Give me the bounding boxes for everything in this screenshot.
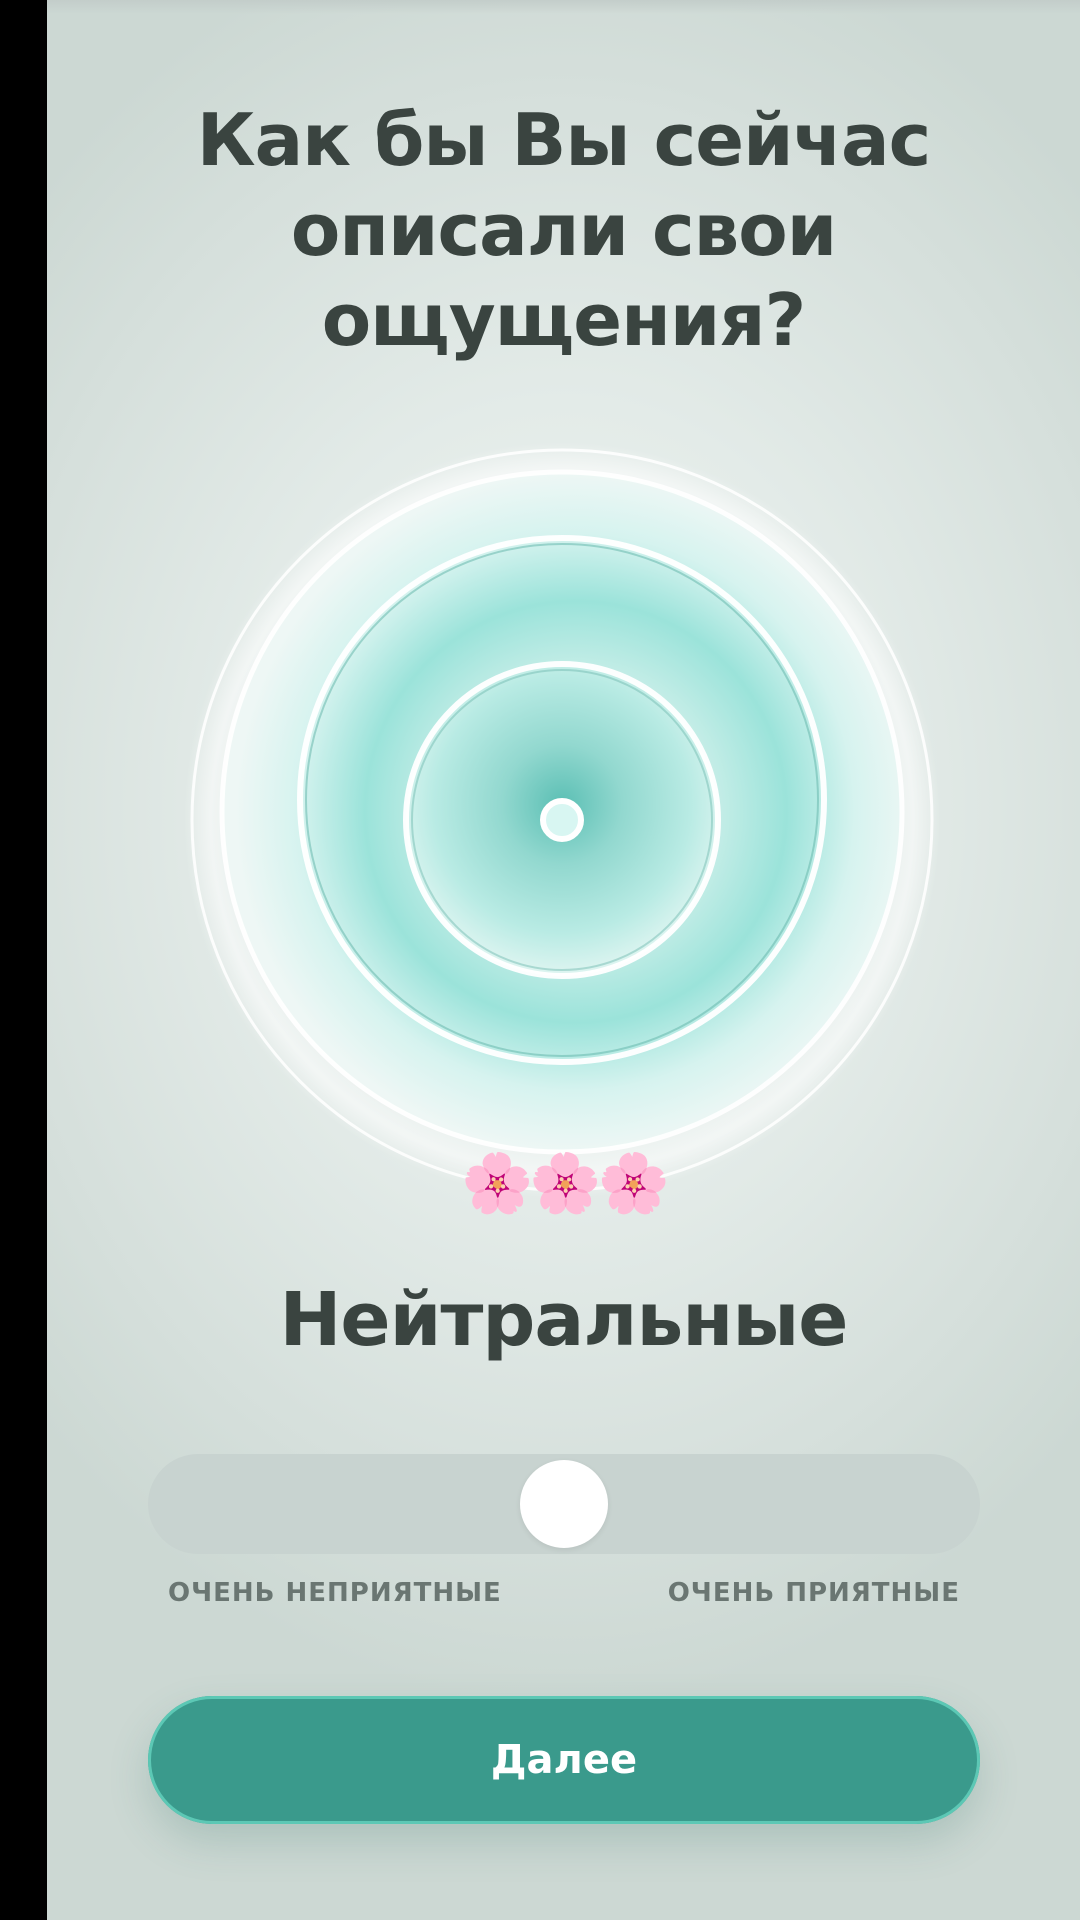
question-title: Как бы Вы сейчас описали свои ощущения? <box>196 98 932 362</box>
cherry-blossom-icon: 🌸🌸🌸 <box>461 1149 670 1217</box>
orb-center-dot <box>540 798 584 842</box>
feeling-label: Нейтральные <box>279 1277 849 1363</box>
top-shadow <box>47 0 1080 14</box>
device-frame: Как бы Вы сейчас описали свои ощущения? <box>0 0 1080 1920</box>
slider-min-label: ОЧЕНЬ НЕПРИЯТНЫЕ <box>168 1578 502 1608</box>
slider-max-label: ОЧЕНЬ ПРИЯТНЫЕ <box>667 1578 960 1608</box>
mood-slider[interactable] <box>148 1454 980 1554</box>
mood-slider-thumb[interactable] <box>520 1460 608 1548</box>
mood-screen: Как бы Вы сейчас описали свои ощущения? <box>47 0 1080 1920</box>
mood-orb-icon <box>184 442 940 1198</box>
next-button[interactable]: Далее <box>148 1696 980 1824</box>
left-black-bar <box>0 0 47 1920</box>
